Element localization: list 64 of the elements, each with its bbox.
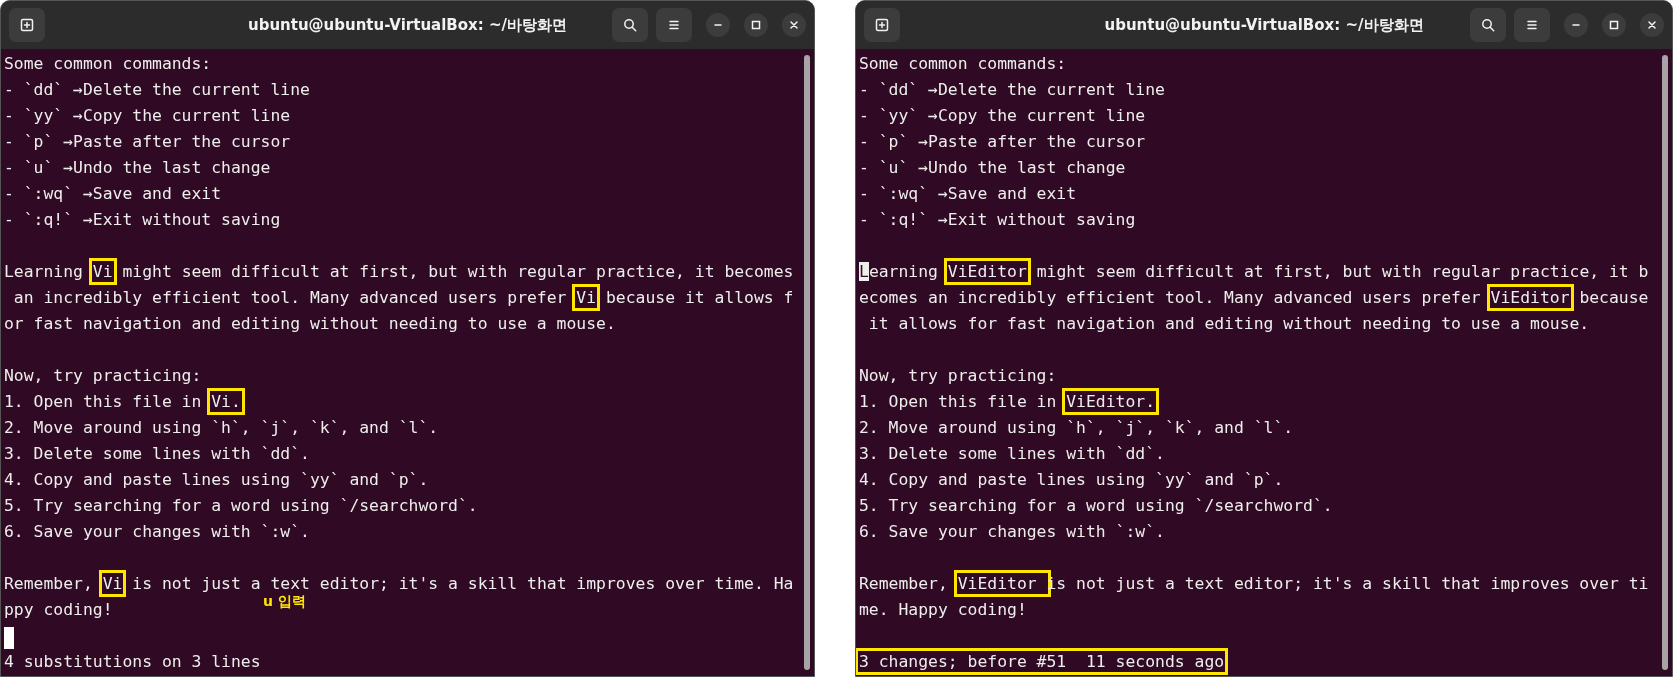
terminal-line: - `dd` →Delete the current line: [4, 79, 310, 101]
minimize-button[interactable]: [706, 13, 730, 37]
terminal-line: Now, try practicing:: [4, 365, 202, 387]
terminal-line: - `:q!` →Exit without saving: [859, 209, 1136, 231]
terminal-line: - `yy` →Copy the current line: [4, 105, 291, 127]
terminal-line: 3. Delete some lines with `dd`.: [859, 443, 1165, 465]
terminal-line: - `u` →Undo the last change: [859, 157, 1126, 179]
maximize-icon: [1607, 18, 1621, 32]
new-tab-icon: [875, 18, 889, 32]
maximize-icon: [749, 18, 763, 32]
terminal-line: - `u` →Undo the last change: [4, 157, 271, 179]
annotation-label: u 입력: [263, 593, 306, 611]
terminal-line: 2. Move around using `h`, `j`, `k`, and `l`.: [859, 417, 1294, 439]
search-button[interactable]: [1470, 8, 1506, 42]
minimize-icon: [714, 24, 722, 26]
minimize-icon: [1572, 24, 1580, 26]
maximize-button[interactable]: [744, 13, 768, 37]
search-button[interactable]: [612, 8, 648, 42]
terminal-line: it allows for fast navigation and editing without needing to use a mouse.: [867, 313, 1590, 335]
new-tab-icon: [20, 18, 34, 32]
terminal-line: - `:q!` →Exit without saving: [4, 209, 281, 231]
menu-button[interactable]: [656, 8, 692, 42]
terminal-line: 4. Copy and paste lines using `yy` and `p`.: [859, 469, 1284, 491]
terminal-line: ecomes an incredibly efficient tool. Many advanced users prefer ViEditor because: [859, 285, 1649, 311]
new-tab-button[interactable]: [864, 8, 900, 42]
terminal-line: 5. Try searching for a word using `/searchword`.: [4, 495, 478, 517]
terminal-line: 3 changes; before #51 11 seconds ago: [859, 649, 1225, 675]
close-icon: [1645, 18, 1659, 32]
search-icon: [1481, 18, 1495, 32]
terminal-line: or fast navigation and editing without needing to use a mouse.: [4, 313, 616, 335]
terminal-line: - `dd` →Delete the current line: [859, 79, 1165, 101]
terminal-line: 6. Save your changes with `:w`.: [4, 521, 310, 543]
terminal-line: 2. Move around using `h`, `j`, `k`, and `l`.: [4, 417, 439, 439]
terminal-line: 6. Save your changes with `:w`.: [859, 521, 1165, 543]
terminal-line: Some common commands:: [4, 53, 212, 75]
terminal-line: 3. Delete some lines with `dd`.: [4, 443, 310, 465]
menu-button[interactable]: [1514, 8, 1550, 42]
terminal-line: - `:wq` →Save and exit: [859, 183, 1077, 205]
terminal-line: 1. Open this file in ViEditor.: [859, 389, 1156, 415]
terminal-line: 4 substitutions on 3 lines: [4, 651, 261, 673]
terminal-line: - `p` →Paste after the cursor: [4, 131, 291, 153]
terminal-line: Learning Vi might seem difficult at first, but with regular practice, it becomes: [4, 259, 794, 285]
terminal-line: - `:wq` →Save and exit: [4, 183, 222, 205]
terminal-line: 5. Try searching for a word using `/searchword`.: [859, 495, 1333, 517]
close-icon: [787, 18, 801, 32]
terminal-line: an incredibly efficient tool. Many advanced users prefer Vi because it allows f: [4, 285, 794, 311]
maximize-button[interactable]: [1602, 13, 1626, 37]
close-button[interactable]: [782, 13, 806, 37]
menu-icon: [1525, 18, 1539, 32]
search-icon: [623, 18, 637, 32]
terminal-line: ppy coding!: [4, 599, 113, 621]
terminal-line: Learning ViEditor might seem difficult at first, but with regular practice, it b: [859, 259, 1649, 285]
terminal-line: 4. Copy and paste lines using `yy` and `p`.: [4, 469, 429, 491]
menu-icon: [667, 18, 681, 32]
terminal-line: Now, try practicing:: [859, 365, 1057, 387]
window-title: ubuntu@ubuntu-VirtualBox: ~/바탕화면: [247, 16, 568, 35]
close-button[interactable]: [1640, 13, 1664, 37]
minimize-button[interactable]: [1564, 13, 1588, 37]
terminal-line: - `p` →Paste after the cursor: [859, 131, 1146, 153]
terminal-line: - `yy` →Copy the current line: [859, 105, 1146, 127]
terminal-line: Some common commands:: [859, 53, 1067, 75]
new-tab-button[interactable]: [9, 8, 45, 42]
terminal-line: me. Happy coding!: [859, 599, 1027, 621]
window-title: ubuntu@ubuntu-VirtualBox: ~/바탕화면: [1104, 16, 1424, 35]
